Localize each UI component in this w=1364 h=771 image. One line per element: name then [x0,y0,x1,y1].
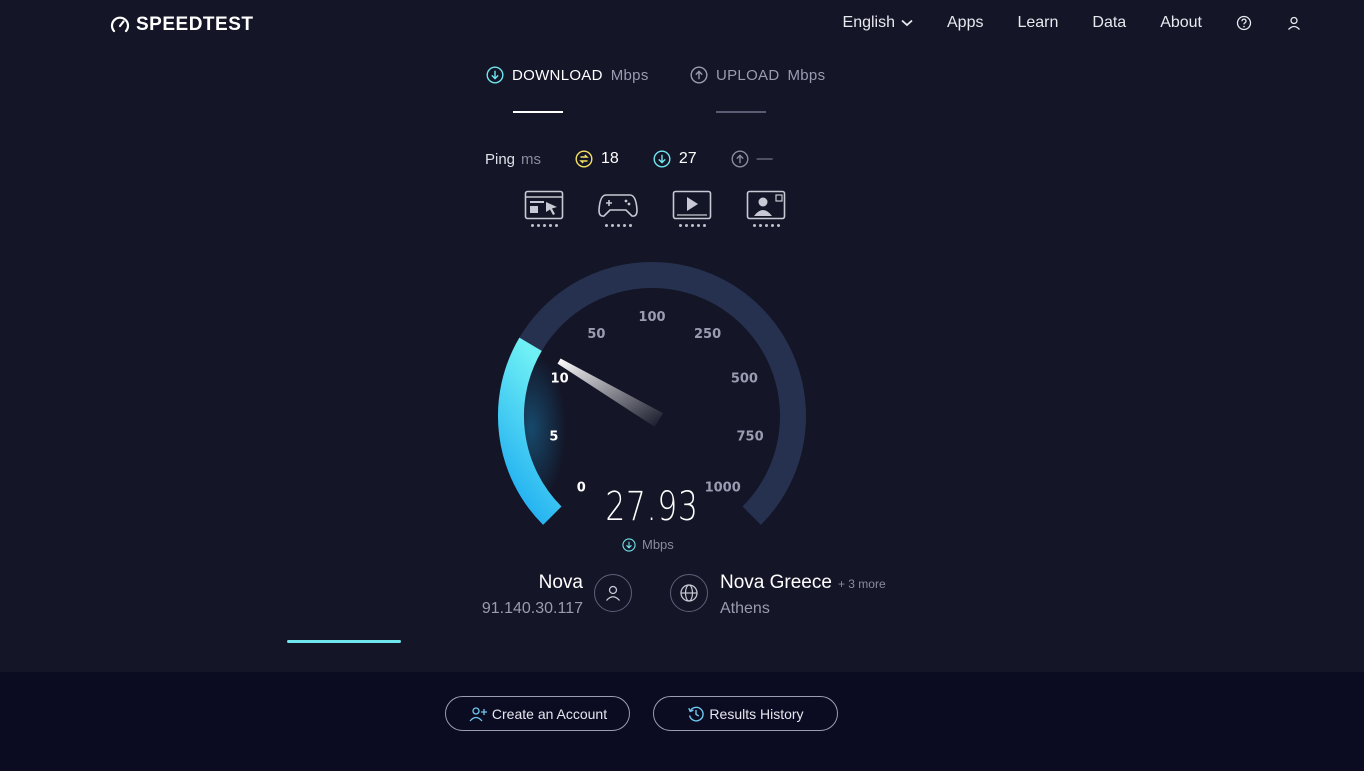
server-globe-button[interactable] [670,574,708,612]
nav-data[interactable]: Data [1092,14,1126,32]
tick-label: 250 [694,327,721,342]
isp-user-badge [594,574,632,612]
activity-video-call [746,190,786,227]
help-icon [1236,15,1252,31]
isp-info: Nova 91.140.30.117 [482,572,583,618]
results-history-button[interactable]: Results History [653,696,838,731]
tick-label: 10 [551,372,569,387]
ping-label: Ping [485,150,516,168]
ping-download-value: 27 [678,150,697,167]
gamepad-icon [598,194,638,217]
ping-idle-value: 18 [601,150,619,167]
activity-ratings [524,190,786,227]
ping-idle: 18 [575,150,619,168]
nav-apps[interactable]: Apps [947,14,983,32]
tick-label: 100 [638,310,665,325]
tab-download[interactable]: DOWNLOAD Mbps [486,66,649,84]
test-progress-bar [287,640,401,643]
nav-about[interactable]: About [1160,14,1202,32]
speed-unit: Mbps [642,537,674,552]
isp-name: Nova [538,572,583,593]
server-city: Athens [720,600,770,617]
tab-upload-label: UPLOAD [716,66,780,84]
user-icon [1288,16,1300,30]
ping-upload: — [731,150,773,168]
speedtest-logo[interactable]: SPEEDTEST [110,14,253,36]
gaming-rating-dots [604,224,632,227]
video-play-icon [672,190,712,220]
brand-name: SPEEDTEST [136,14,254,35]
create-account-label: Create an Account [491,705,608,722]
tick-label: 50 [587,327,605,342]
tab-download-label: DOWNLOAD [512,66,603,84]
ping-row: Ping ms 18 27 — [485,150,773,168]
activity-gaming [598,190,638,227]
isp-ip: 91.140.30.117 [481,600,583,617]
tab-upload-underline [716,111,766,113]
speedometer-icon [110,16,130,33]
ping-download: 27 [653,150,697,168]
streaming-rating-dots [678,224,706,227]
download-arrow-icon [622,537,636,552]
activity-browsing [524,190,564,227]
idle-latency-icon [575,150,593,168]
browsing-rating-dots [530,224,558,227]
browsing-icon [524,190,564,220]
video-call-icon [746,190,786,220]
globe-icon [680,584,698,602]
tick-label: 750 [737,430,764,445]
download-arrow-icon [486,66,504,84]
create-account-button[interactable]: Create an Account [445,696,630,731]
server-info: Nova Greece + 3 more Athens [720,572,886,618]
upload-latency-icon [731,150,749,168]
language-label: English [842,14,895,31]
top-nav: English Apps Learn Data About [843,14,1302,32]
language-selector[interactable]: English [843,14,913,32]
ping-unit: ms [521,150,542,168]
tab-upload-unit: Mbps [787,66,826,84]
history-icon [688,706,705,722]
user-icon [606,585,620,601]
activity-streaming [672,190,712,227]
download-latency-icon [653,150,671,168]
account-button[interactable] [1286,15,1302,31]
video-call-rating-dots [752,224,780,227]
server-more-link[interactable]: + 3 more [838,577,886,591]
chevron-down-icon [901,19,913,27]
speed-value: 27.93 [605,484,699,530]
server-name[interactable]: Nova Greece [720,572,832,594]
tab-download-underline [513,111,563,113]
nav-learn[interactable]: Learn [1017,14,1058,32]
results-history-label: Results History [709,705,804,722]
tick-label: 500 [731,372,758,387]
upload-arrow-icon [690,66,708,84]
ping-upload-value: — [756,150,773,167]
tab-download-unit: Mbps [610,66,649,84]
tab-upload[interactable]: UPLOAD Mbps [690,66,825,84]
add-user-icon [469,706,487,721]
help-button[interactable] [1236,15,1252,31]
speed-unit-label: Mbps [622,537,674,552]
tick-label: 5 [549,430,558,445]
